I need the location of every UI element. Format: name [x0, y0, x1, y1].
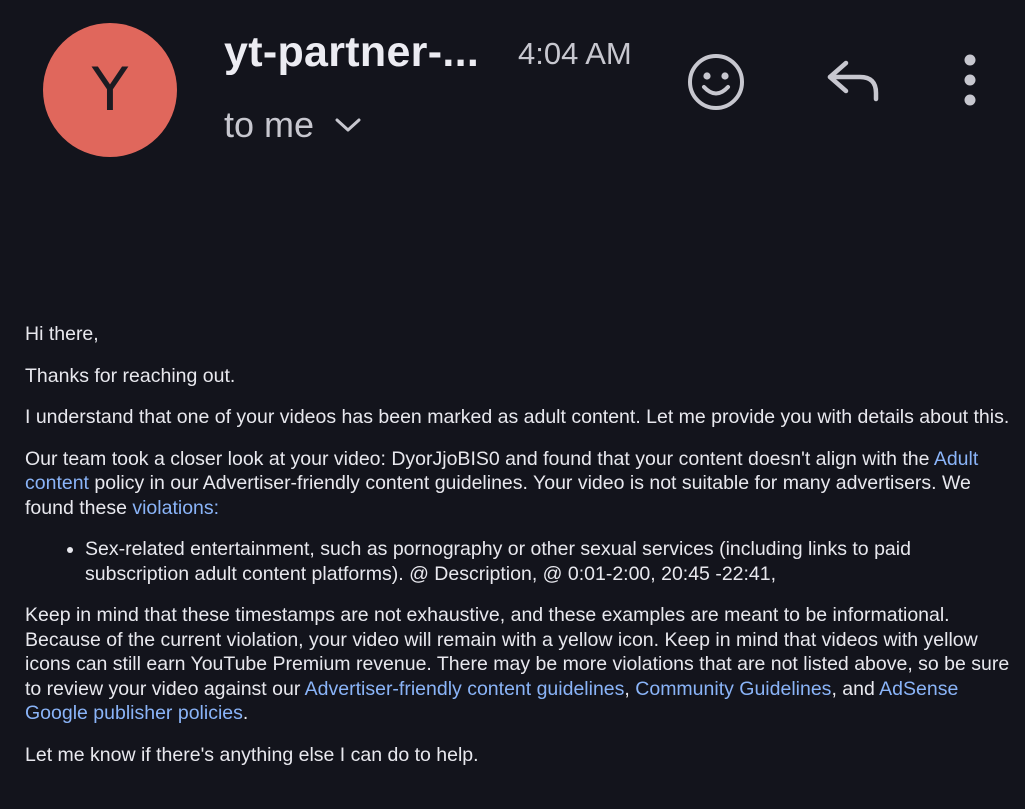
closing-paragraph: Let me know if there's anything else I c… [25, 743, 479, 766]
add-reaction-button[interactable] [686, 52, 746, 112]
violations-list: Sex-related entertainment, such as porno… [25, 537, 1010, 586]
community-guidelines-link[interactable]: Community Guidelines [635, 678, 831, 700]
list-item: Sex-related entertainment, such as porno… [85, 537, 1010, 586]
email-header: Y yt-partner-... 4:04 AM to me [0, 0, 1025, 180]
violations-link[interactable]: violations: [132, 497, 219, 519]
chevron-down-icon [335, 118, 361, 132]
notice-separator: , [624, 677, 636, 700]
notice-end: . [242, 702, 249, 724]
received-time: 4:04 AM [518, 36, 632, 71]
thanks-paragraph: Thanks for reaching out. [25, 364, 236, 387]
review-text: Our team took a closer look at your vide… [25, 447, 934, 470]
review-paragraph: Our team took a closer look at your vide… [25, 447, 1010, 521]
advertiser-guidelines-link[interactable]: Advertiser-friendly content guidelines [305, 678, 625, 700]
notice-separator-and: , and [831, 677, 880, 700]
notice-paragraph: Keep in mind that these timestamps are n… [25, 603, 1010, 726]
recipient-toggle[interactable]: to me [224, 104, 362, 146]
intro-paragraph: I understand that one of your videos has… [25, 406, 1010, 428]
avatar-letter: Y [91, 55, 129, 125]
sender-avatar[interactable]: Y [43, 23, 177, 157]
smiley-icon [688, 54, 744, 110]
reply-icon [827, 60, 879, 102]
greeting: Hi there, [25, 323, 99, 345]
sender-name[interactable]: yt-partner-... [224, 28, 479, 77]
email-body: Hi there, Thanks for reaching out. I und… [25, 322, 1010, 784]
more-options-button[interactable] [950, 52, 990, 108]
recipient-label: to me [224, 104, 315, 145]
reply-button[interactable] [822, 55, 882, 107]
more-vert-icon [964, 54, 976, 106]
